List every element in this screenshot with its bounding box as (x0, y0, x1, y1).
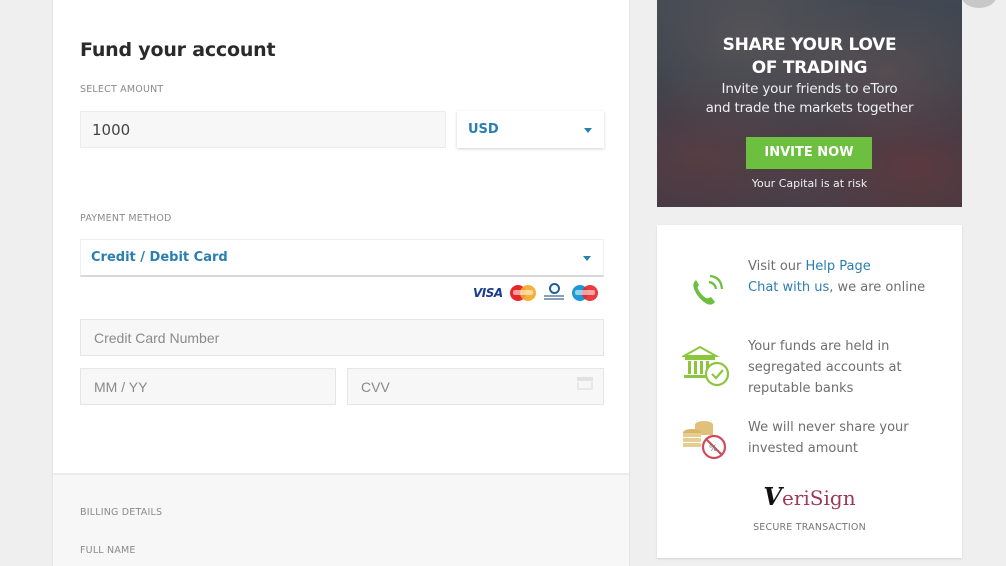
cvv-input[interactable] (347, 368, 604, 405)
expiry-input[interactable] (80, 368, 336, 405)
mastercard-logo-icon (509, 285, 536, 301)
bank-check-icon (682, 345, 730, 387)
phone-icon (693, 274, 724, 305)
maestro-logo-icon (571, 285, 598, 301)
banner-subtext: Invite your friends to eToro and trade t… (657, 80, 962, 118)
help-text: Visit our Help Page Chat with us, we are… (748, 256, 948, 298)
banner-subtext-line: Invite your friends to eToro (721, 81, 898, 97)
chevron-down-icon (583, 255, 591, 261)
payment-method-value: Credit / Debit Card (91, 250, 228, 265)
chevron-down-icon (584, 127, 592, 133)
fund-account-card: Fund your account SELECT AMOUNT USD PAYM… (53, 0, 629, 566)
amount-label: SELECT AMOUNT (80, 84, 164, 95)
card-brand-logos: VISA (473, 283, 598, 303)
coins-no-share-icon: % (683, 421, 727, 460)
banner-subtext-line: and trade the markets together (705, 100, 914, 116)
visa-logo-icon: VISA (473, 286, 503, 300)
billing-section: BILLING DETAILS FULL NAME (53, 473, 629, 566)
help-prefix: Visit our (748, 259, 806, 274)
banner-headline-line: SHARE YOUR LOVE (722, 35, 897, 55)
currency-value: USD (468, 122, 499, 137)
payment-method-select[interactable]: Credit / Debit Card (80, 239, 604, 277)
amount-input[interactable] (80, 111, 446, 148)
help-suffix: , we are online (829, 280, 926, 295)
verisign-seal: VeriSign (657, 482, 962, 511)
funds-text: Your funds are held in segregated accoun… (748, 339, 902, 396)
billing-details-label: BILLING DETAILS (80, 507, 163, 518)
payment-method-label: PAYMENT METHOD (80, 213, 172, 224)
currency-select[interactable]: USD (457, 111, 604, 148)
secure-transaction-label: SECURE TRANSACTION (753, 522, 866, 533)
page-title: Fund your account (80, 39, 276, 61)
card-number-input[interactable] (80, 319, 604, 356)
banner-headline-line: OF TRADING (751, 58, 868, 78)
svg-text:%: % (709, 444, 718, 454)
avatar[interactable] (962, 0, 996, 8)
card-cvv-icon (577, 377, 593, 390)
chat-link[interactable]: Chat with us (748, 280, 829, 295)
trust-panel: Visit our Help Page Chat with us, we are… (657, 225, 962, 558)
help-page-link[interactable]: Help Page (806, 259, 871, 274)
verisign-wordmark: eriSign (782, 486, 856, 510)
invite-now-button[interactable]: INVITE NOW (746, 137, 872, 169)
risk-disclaimer: Your Capital is at risk (751, 177, 868, 190)
verisign-check-icon: V (763, 482, 783, 511)
full-name-label: FULL NAME (80, 545, 136, 556)
referral-banner[interactable]: SHARE YOUR LOVE OF TRADING Invite your f… (657, 0, 962, 207)
diners-club-logo-icon (543, 283, 565, 303)
payment-section: Fund your account SELECT AMOUNT USD PAYM… (53, 0, 629, 472)
privacy-text: We will never share your invested amount (748, 420, 909, 456)
banner-headline: SHARE YOUR LOVE OF TRADING (657, 34, 962, 80)
